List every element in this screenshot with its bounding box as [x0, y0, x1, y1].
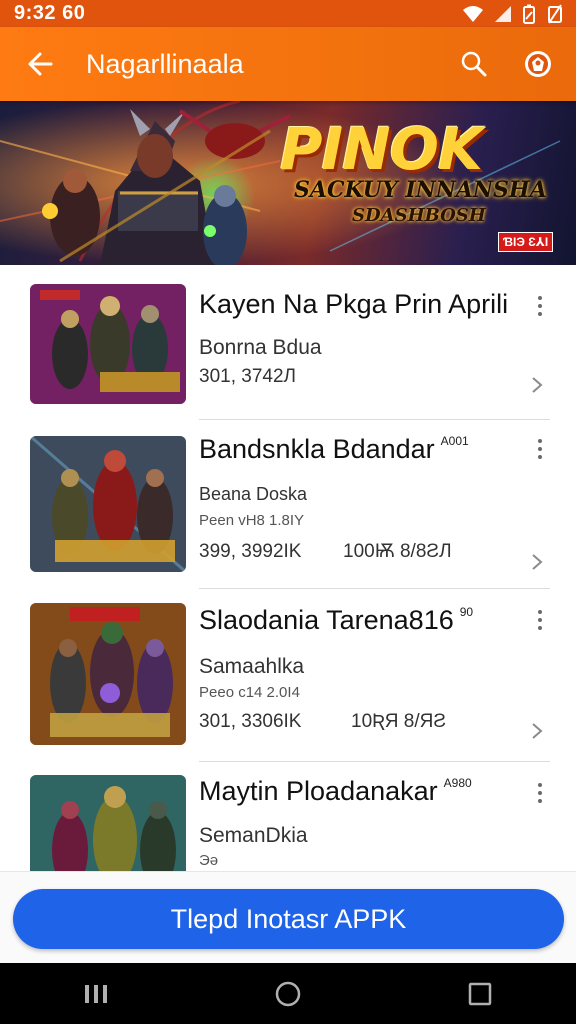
hero-banner[interactable]: PINOK SACKUY INNANSHA SDASHBOSH ƁIЭ Ɛ⅄I — [0, 101, 576, 265]
more-options-button[interactable] — [528, 291, 552, 321]
thumbnail-art — [30, 284, 186, 404]
status-bar: 9:32 60 — [0, 0, 576, 27]
chevron-right-icon[interactable] — [528, 375, 546, 395]
app-stats: 301, 3306IK — [199, 711, 302, 732]
app-title[interactable]: Slaodania Tarena816 90 — [199, 605, 473, 636]
app-title-superscript: A980 — [443, 776, 472, 790]
app-title[interactable]: Maytin Ploadanakar A980 — [199, 776, 472, 807]
more-vert-icon — [538, 783, 542, 787]
status-icons — [462, 3, 564, 24]
app-title[interactable]: Kayen Na Pkga Prin Aprili — [199, 289, 508, 320]
banner-subtitle-1: SACKUY INNANSHA — [294, 177, 547, 203]
app-rating: 10ƦЯ 8/ЯƧ — [351, 711, 447, 732]
app-list: Kayen Na Pkga Prin Aprili Bonrna Bdua 30… — [0, 265, 576, 871]
more-vert-icon — [538, 610, 542, 614]
search-button[interactable] — [450, 40, 498, 88]
home-icon — [275, 981, 301, 1006]
install-button[interactable]: Tlepd Inotasr APPK — [13, 889, 564, 949]
app-title-superscript: 90 — [459, 605, 474, 619]
app-title-text: Maytin Ploadanakar — [199, 776, 438, 806]
app-developer: Bonrna Bdua — [199, 336, 322, 359]
home-button[interactable] — [258, 964, 318, 1024]
back-button[interactable] — [14, 27, 66, 101]
app-title-superscript: A001 — [440, 434, 469, 448]
account-button[interactable] — [514, 40, 562, 88]
recent-apps-button[interactable] — [66, 964, 126, 1024]
app-thumbnail[interactable] — [30, 284, 186, 404]
app-thumbnail[interactable] — [30, 436, 186, 572]
app-developer: SemanDkia — [199, 824, 308, 847]
app-rating: 100Ѭ 8/8ƧЛ — [343, 541, 452, 562]
app-title-text: Bandsnkla Bdandar — [199, 434, 435, 464]
list-item[interactable]: Slaodania Tarena816 90 Samaahlka Peeo c14… — [0, 589, 576, 762]
app-bar: Nagarllinaala — [0, 27, 576, 101]
more-options-button[interactable] — [528, 434, 552, 464]
list-item[interactable]: Maytin Ploadanakar A980 SemanDkia Эə — [0, 762, 576, 871]
arrow-left-icon — [28, 52, 53, 76]
thumbnail-art — [30, 436, 186, 572]
signal-icon — [495, 5, 511, 22]
back-nav-button[interactable] — [450, 964, 510, 1024]
chevron-right-icon[interactable] — [528, 552, 546, 572]
square-icon — [468, 982, 492, 1005]
list-item[interactable]: Bandsnkla Bdandar A001 Beana Doska Peen v… — [0, 420, 576, 589]
battery-icon — [523, 4, 535, 24]
app-title[interactable]: Bandsnkla Bdandar A001 — [199, 434, 469, 465]
more-vert-icon — [538, 439, 542, 443]
banner-title: PINOK — [280, 115, 483, 183]
app-developer: Samaahlka — [199, 655, 305, 678]
app-thumbnail[interactable] — [30, 603, 186, 745]
account-icon — [525, 51, 551, 77]
thumbnail-art — [30, 775, 186, 871]
more-options-button[interactable] — [528, 605, 552, 635]
app-title-text: Slaodania Tarena816 — [199, 605, 454, 635]
app-developer: Beana Doska — [199, 484, 308, 504]
wifi-icon — [463, 5, 483, 22]
search-icon — [461, 51, 487, 77]
app-stats: 399, 3992IK — [199, 541, 302, 562]
system-nav-bar — [0, 963, 576, 1024]
app-title: Nagarllinaala — [86, 48, 244, 79]
app-meta: Эə — [199, 852, 219, 869]
banner-badge: ƁIЭ Ɛ⅄I — [498, 232, 554, 252]
more-options-button[interactable] — [528, 778, 552, 808]
app-meta: Peeo c14 2.0I4 — [199, 684, 300, 701]
app-thumbnail[interactable] — [30, 775, 186, 871]
list-item[interactable]: Kayen Na Pkga Prin Aprili Bonrna Bdua 30… — [0, 265, 576, 420]
install-bar: Tlepd Inotasr APPK — [0, 871, 576, 963]
no-sim-icon — [548, 3, 562, 24]
chevron-right-icon[interactable] — [528, 721, 546, 741]
app-stats: 301, 3742Л — [199, 366, 296, 387]
thumbnail-art — [30, 603, 186, 745]
banner-subtitle-2: SDASHBOSH — [352, 205, 486, 226]
recent-apps-icon — [85, 984, 107, 1003]
status-time: 9:32 60 — [14, 2, 86, 24]
more-vert-icon — [538, 296, 542, 300]
app-meta: Peen vH8 1.8IY — [199, 512, 305, 529]
